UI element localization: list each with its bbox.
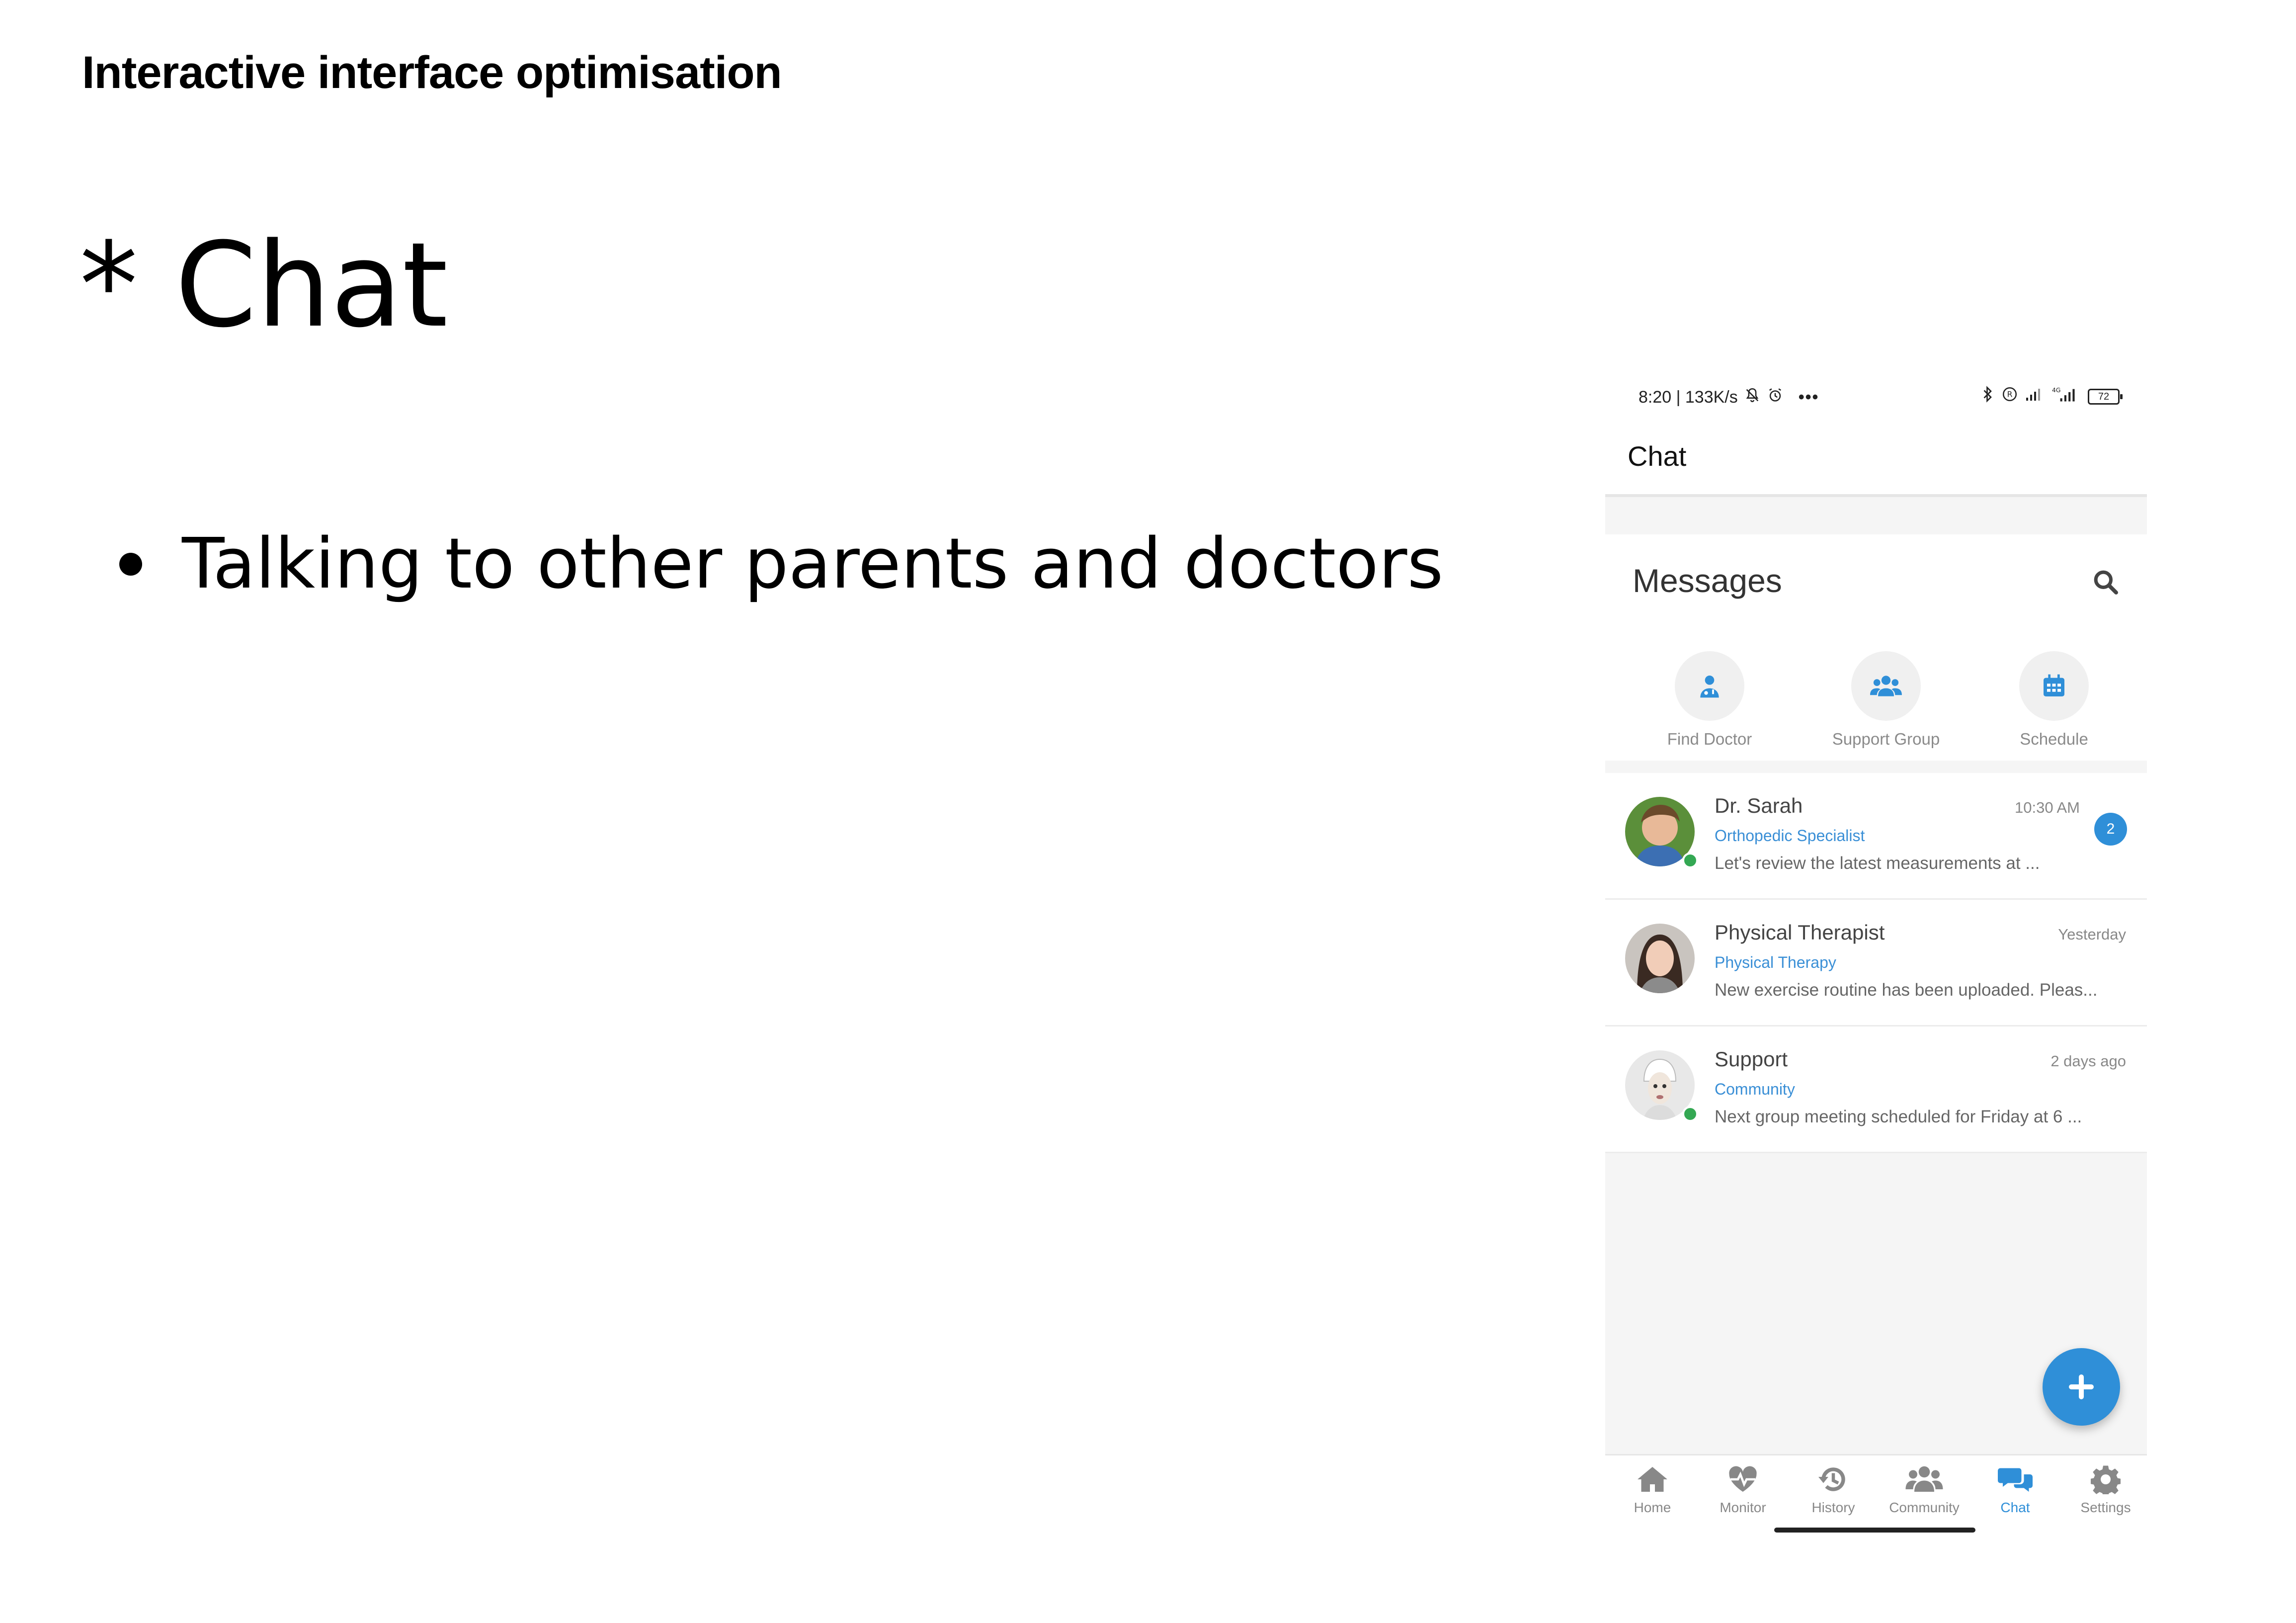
alarm-icon xyxy=(1767,387,1784,408)
battery-icon: 72 xyxy=(2088,388,2123,405)
users-icon xyxy=(1905,1466,1943,1492)
chat-role: Community xyxy=(1715,1080,1795,1098)
slide-title: Interactive interface optimisation xyxy=(82,47,782,98)
chat-preview: Let's review the latest measurements at … xyxy=(1715,854,2040,873)
plus-icon xyxy=(2069,1374,2094,1399)
nav-label: Community xyxy=(1889,1500,1960,1515)
nav-item-settings[interactable]: Settings xyxy=(2066,1464,2145,1516)
svg-text:4G: 4G xyxy=(2052,386,2061,394)
nav-item-home[interactable]: Home xyxy=(1613,1464,1692,1516)
home-indicator xyxy=(1774,1528,1975,1533)
bottom-nav: Home Monitor History Community Chat Sett… xyxy=(1605,1454,2147,1536)
unread-badge: 2 xyxy=(2094,813,2127,846)
nav-label: Chat xyxy=(2000,1500,2030,1515)
registered-icon: R xyxy=(2001,386,2018,407)
gear-icon xyxy=(2090,1465,2122,1497)
signal-4g-icon: 4G xyxy=(2052,386,2081,407)
chat-role: Orthopedic Specialist xyxy=(1715,827,1865,845)
avatar xyxy=(1625,924,1695,993)
chat-name: Dr. Sarah xyxy=(1715,794,1803,817)
schedule-button[interactable]: Schedule xyxy=(1992,651,2116,749)
online-indicator xyxy=(1682,1106,1698,1122)
search-icon xyxy=(2094,570,2118,595)
search-button[interactable] xyxy=(2092,568,2120,596)
app-bar: Chat xyxy=(1605,427,2147,497)
doctor-icon xyxy=(1700,676,1719,698)
bullet-text: Talking to other parents and doctors xyxy=(182,523,1444,604)
home-icon xyxy=(1638,1467,1667,1492)
calendar-icon xyxy=(2044,674,2064,696)
support-group-button[interactable]: Support Group xyxy=(1824,651,1948,749)
nav-label: History xyxy=(1811,1500,1855,1515)
online-indicator xyxy=(1682,853,1698,868)
chat-list: Dr. Sarah 10:30 AM Orthopedic Specialist… xyxy=(1605,773,2147,1153)
new-chat-button[interactable] xyxy=(2043,1348,2120,1426)
find-doctor-label: Find Doctor xyxy=(1667,730,1752,748)
find-doctor-button[interactable]: Find Doctor xyxy=(1647,651,1772,749)
messages-card: Messages Find Doctor Support Group Sched… xyxy=(1605,534,2147,761)
chat-preview: Next group meeting scheduled for Friday … xyxy=(1715,1107,2082,1126)
chat-item[interactable]: Physical Therapist Yesterday Physical Th… xyxy=(1605,900,2147,1026)
status-bar: 8:20 | 133K/s ••• R 4G 72 xyxy=(1605,363,2147,427)
bullet-item: Talking to other parents and doctors xyxy=(119,524,1443,604)
section-heading: * Chat xyxy=(80,218,448,353)
chat-bubbles-icon xyxy=(1998,1468,2033,1492)
nav-item-chat[interactable]: Chat xyxy=(1975,1464,2055,1516)
nav-item-monitor[interactable]: Monitor xyxy=(1703,1464,1783,1516)
chat-preview: New exercise routine has been uploaded. … xyxy=(1715,980,2098,1000)
more-dots-icon: ••• xyxy=(1798,388,1819,407)
messages-title: Messages xyxy=(1633,562,1782,599)
chat-item[interactable]: Dr. Sarah 10:30 AM Orthopedic Specialist… xyxy=(1605,773,2147,900)
chat-time: 2 days ago xyxy=(2050,1052,2126,1070)
bell-muted-icon xyxy=(1744,387,1761,408)
phone-screenshot: 8:20 | 133K/s ••• R 4G 72 Chat Messages … xyxy=(1605,363,2147,1536)
schedule-label: Schedule xyxy=(2020,730,2088,748)
chat-role: Physical Therapy xyxy=(1715,953,1836,971)
nav-label: Settings xyxy=(2080,1500,2131,1515)
status-time: 8:20 | 133K/s xyxy=(1639,388,1738,407)
history-icon xyxy=(1818,1467,1845,1491)
chat-name: Physical Therapist xyxy=(1715,921,1885,944)
bluetooth-icon xyxy=(1981,385,1994,408)
chat-name: Support xyxy=(1715,1047,1788,1071)
support-group-label: Support Group xyxy=(1832,730,1940,748)
heartbeat-icon xyxy=(1729,1466,1757,1492)
page-title: Chat xyxy=(1628,440,1687,472)
chat-time: 10:30 AM xyxy=(2015,799,2080,816)
signal-icon xyxy=(2025,387,2045,406)
nav-item-community[interactable]: Community xyxy=(1885,1464,1964,1516)
nav-item-history[interactable]: History xyxy=(1794,1464,1873,1516)
nav-label: Monitor xyxy=(1720,1500,1766,1515)
bullet-dot xyxy=(119,553,142,576)
chat-time: Yesterday xyxy=(2058,926,2126,943)
svg-text:R: R xyxy=(2007,390,2013,399)
group-icon xyxy=(1870,676,1902,696)
nav-label: Home xyxy=(1634,1500,1671,1515)
chat-item[interactable]: Support 2 days ago Community Next group … xyxy=(1605,1026,2147,1153)
